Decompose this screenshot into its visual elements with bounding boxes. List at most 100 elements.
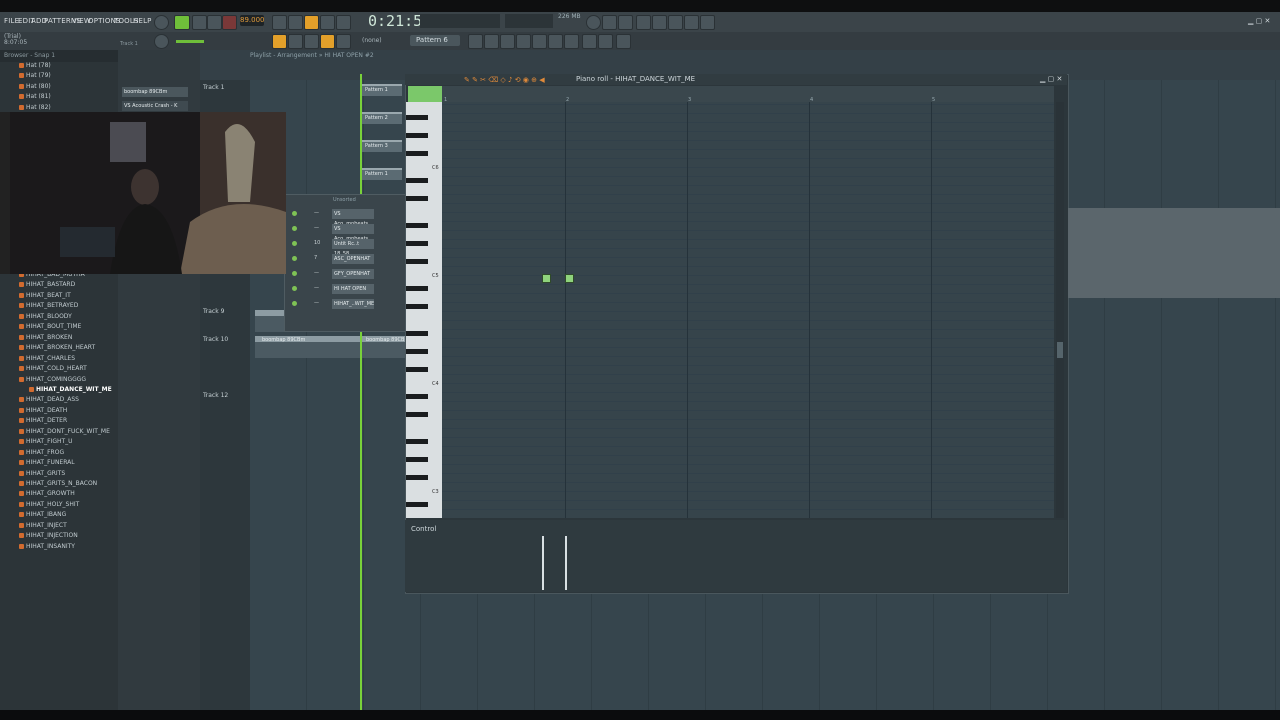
browser-item[interactable]: HIHAT_DEATH [18,407,67,414]
rack-channel-button[interactable]: HIHAT_..WIT_ME [332,299,374,309]
black-key[interactable] [406,412,428,417]
browser-item[interactable]: HIHAT_BEAT_IT [19,292,71,299]
pattern-clip[interactable]: Pattern 3 [362,140,402,152]
black-key[interactable] [406,133,428,138]
rack-mute-led[interactable] [292,226,297,231]
master-pitch-slider[interactable] [176,40,204,43]
play-icon[interactable] [192,15,207,30]
control-lane[interactable] [405,520,1067,592]
black-key[interactable] [406,241,428,246]
browser-item[interactable]: HIHAT_DANCE_WIT_ME [29,386,112,393]
browser-item[interactable]: HIHAT_IBANG [18,511,66,518]
scrollbar-thumb[interactable] [1057,342,1063,358]
master-volume-knob[interactable] [154,34,169,49]
channel-rack-icon[interactable] [500,34,515,49]
browser-item[interactable]: Hat (78) [19,62,51,69]
black-key[interactable] [406,115,428,120]
browser-item[interactable]: HIHAT_COMINGGGG [18,376,86,383]
rack-mute-led[interactable] [292,256,297,261]
record-icon[interactable] [222,15,237,30]
mode-toggle-icon[interactable] [174,15,190,30]
help-icon[interactable] [636,15,651,30]
black-key[interactable] [406,475,428,480]
plugin-icon[interactable] [532,34,547,49]
pattern-selector[interactable]: Pattern 6 [410,35,460,46]
piano-roll-tools-icon[interactable]: ✎ ✎ ✂ ⌫ ◇ ♪ ⟲ ◉ ⊕ ◀ [464,76,545,84]
channel-item[interactable]: VS Acoustic Crash - K [122,101,188,111]
blend-icon[interactable] [320,15,335,30]
stamp-icon[interactable] [336,34,351,49]
piano-roll-ruler[interactable] [442,86,1054,102]
rack-mixer-track[interactable]: 10 [314,240,320,246]
cpu-icon[interactable] [586,15,601,30]
pat-song-icon[interactable] [154,15,169,30]
playhead[interactable] [360,74,362,710]
velocity-bar[interactable] [565,536,567,590]
chat-icon[interactable] [684,15,699,30]
browser-item[interactable]: HIHAT_BASTARD [18,281,75,288]
piano-roll-icon[interactable] [484,34,499,49]
browser-item[interactable]: HIHAT_FUNERAL [19,459,75,466]
channel-item[interactable]: boombap 89CBm [122,87,188,97]
extra-icon[interactable] [616,34,631,49]
track-label[interactable]: Track 10 [203,336,228,343]
stop-icon[interactable] [207,15,222,30]
black-key[interactable] [406,223,428,228]
browser-item[interactable]: HIHAT_DETER [18,417,67,424]
browser-item[interactable]: HIHAT_DEAD_ASS [19,396,79,403]
rack-mixer-track[interactable]: — [314,210,319,216]
browser-item[interactable]: HIHAT_HOLY_SHIT [18,501,79,508]
browser-item[interactable]: Hat (81) [19,93,51,100]
rack-mixer-track[interactable]: — [314,285,319,291]
pencil-icon[interactable] [304,34,319,49]
piano-roll-menu-tab[interactable] [408,86,442,102]
piano-roll-close-icon[interactable]: ▁ ▢ ✕ [1040,75,1062,83]
rack-mixer-track[interactable]: — [314,300,319,306]
menu-help[interactable]: HELP [133,17,152,25]
render-icon[interactable] [598,34,613,49]
black-key[interactable] [406,502,428,507]
browser-item[interactable]: HIHAT_BOUT_TIME [18,323,81,330]
rack-mute-led[interactable] [292,301,297,306]
step-edit-icon[interactable] [304,15,319,30]
browser-item[interactable]: HIHAT_FROG [18,449,64,456]
pattern-clip[interactable]: Pattern 1 [362,84,402,96]
rack-channel-button[interactable]: VS Aco..mnbeats [332,209,374,227]
track-label[interactable]: Track 1 [203,84,224,91]
mic-icon[interactable] [618,15,633,30]
browser-item[interactable]: Hat (82) [19,104,51,111]
track-label[interactable]: Track 9 [203,308,224,315]
metronome-icon[interactable] [272,15,287,30]
vertical-scrollbar[interactable] [1056,102,1064,518]
black-key[interactable] [406,196,428,201]
brush-icon[interactable] [320,34,335,49]
velocity-bar[interactable] [542,536,544,590]
tempo-display[interactable]: 89.000 [240,15,265,26]
black-key[interactable] [406,151,428,156]
download-icon[interactable] [700,15,715,30]
browser-item[interactable]: HIHAT_CHARLES [18,355,75,362]
black-key[interactable] [406,331,428,336]
rack-mute-led[interactable] [292,286,297,291]
browser-item[interactable]: HIHAT_GRITS_N_BACON [18,480,97,487]
black-key[interactable] [406,457,428,462]
black-key[interactable] [406,259,428,264]
rack-channel-button[interactable]: ASC_OPENHAT [332,254,374,264]
loop-record-icon[interactable] [288,15,303,30]
rack-channel-button[interactable]: Untit Rc..t 18_58 [332,239,374,257]
control-label[interactable]: Control [411,525,436,533]
rack-mute-led[interactable] [292,241,297,246]
tools-icon[interactable] [582,34,597,49]
tempo-tap-icon[interactable] [564,34,579,49]
browser-icon[interactable] [548,34,563,49]
browser-item[interactable]: HIHAT_INJECT [19,522,67,529]
pattern-clip[interactable]: Pattern 2 [362,112,402,124]
snap-mode-icon[interactable] [272,34,287,49]
rack-channel-button[interactable]: GFY_OPENHAT [332,269,374,279]
browser-item[interactable]: HIHAT_FIGHT_U [19,438,73,445]
browser-item[interactable]: HIHAT_GRITS [18,470,65,477]
playlist-icon[interactable] [468,34,483,49]
black-key[interactable] [406,439,428,444]
black-key[interactable] [406,394,428,399]
note[interactable] [565,274,574,283]
